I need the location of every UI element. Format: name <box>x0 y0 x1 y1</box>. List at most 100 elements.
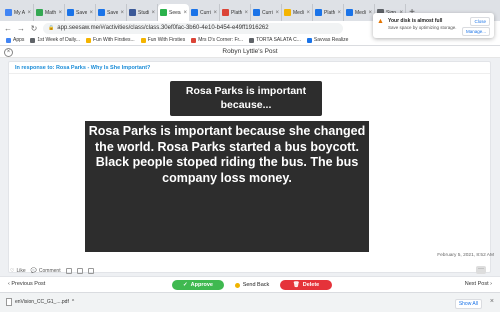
tab-title: Platfo <box>231 9 242 16</box>
send-back-icon <box>234 282 240 288</box>
tab-title: Media <box>355 9 366 16</box>
browser-tab[interactable]: Studio× <box>127 4 158 21</box>
forward-icon[interactable]: → <box>17 24 25 33</box>
browser-tab[interactable]: My A × <box>3 4 34 21</box>
warning-icon: ▲ <box>377 18 384 25</box>
pdf-file-icon <box>6 298 12 306</box>
post-header: × Robyn Lyttle's Post <box>0 46 500 58</box>
more-options-icon[interactable]: ··· <box>476 266 486 274</box>
download-item[interactable]: enVision_CC_G1_....pdf ^ <box>6 298 74 306</box>
tab-title: Curric <box>200 9 211 16</box>
bookmark-label: Mrs D's Corner: Fr... <box>198 37 244 43</box>
tab-close-icon[interactable]: × <box>368 10 372 16</box>
trash-icon: 🗑 <box>292 282 300 288</box>
back-icon[interactable]: ← <box>4 24 12 33</box>
tab-close-icon[interactable]: × <box>151 10 155 16</box>
popup-close-button[interactable]: Close <box>470 17 490 26</box>
send-back-label: Send Back <box>242 282 270 288</box>
bookmark-item[interactable]: Mrs D's Corner: Fr... <box>191 37 243 43</box>
tab-title: Seesa <box>169 9 181 16</box>
lock-icon: 🔒 <box>48 25 55 31</box>
url-text: app.seesaw.me/#/activities/class/class.3… <box>57 25 269 31</box>
tab-close-icon[interactable]: × <box>337 10 341 16</box>
like-label: Like <box>16 267 26 274</box>
tab-close-icon[interactable]: × <box>183 10 187 16</box>
bookmark-label: Fun With Firsties... <box>93 37 135 43</box>
reload-icon[interactable]: ↻ <box>30 24 38 33</box>
in-response-link[interactable]: In response to: Rosa Parks - Why Is She … <box>15 65 150 71</box>
tab-close-icon[interactable]: × <box>244 10 248 16</box>
browser-tab[interactable]: Saves× <box>96 4 127 21</box>
browser-tab[interactable]: Math × <box>34 4 65 21</box>
bookmark-item[interactable]: TORTA SALATA C... <box>249 37 301 43</box>
tab-title: Saves <box>76 9 88 16</box>
tab-favicon-icon <box>129 9 136 16</box>
delete-label: Delete <box>302 282 320 288</box>
address-bar[interactable]: 🔒 app.seesaw.me/#/activities/class/class… <box>43 22 343 34</box>
bookmark-item[interactable]: Apps <box>6 37 24 43</box>
tab-close-icon[interactable]: × <box>213 10 217 16</box>
bookmark-label: Fun With Firsties <box>147 37 186 43</box>
divider <box>9 73 490 74</box>
tab-close-icon[interactable]: × <box>120 10 124 16</box>
next-post-label: Next Post <box>464 281 489 287</box>
attach-icon[interactable] <box>87 267 94 274</box>
popup-manage-button[interactable]: Manage... <box>461 27 490 36</box>
browser-tab[interactable]: Seesa× <box>158 4 189 21</box>
bookmark-item[interactable]: Fun With Firsties <box>140 37 186 43</box>
tab-close-icon[interactable]: × <box>306 10 310 16</box>
delete-button[interactable]: 🗑 Delete <box>280 280 332 290</box>
prompt-note: Rosa Parks is important because... <box>170 81 322 116</box>
tab-favicon-icon <box>67 9 74 16</box>
like-button[interactable]: ♡ Like <box>10 268 26 274</box>
browser-tab[interactable]: Platfo× <box>220 4 251 21</box>
comment-button[interactable]: 💬 Comment <box>31 268 61 274</box>
previous-post-button[interactable]: ‹ Previous Post <box>8 281 45 287</box>
next-post-button[interactable]: Next Post › <box>465 281 492 287</box>
tab-favicon-icon <box>98 9 105 16</box>
post-main-area: In response to: Rosa Parks - Why Is She … <box>0 58 500 276</box>
mic-icon[interactable] <box>65 267 72 274</box>
browser-tab[interactable]: Media× <box>344 4 375 21</box>
chevron-up-icon[interactable]: ^ <box>72 299 74 305</box>
tab-favicon-icon <box>315 9 322 16</box>
tab-close-icon[interactable]: × <box>275 10 279 16</box>
tab-favicon-icon <box>160 9 167 16</box>
post-action-bar: ‹ Previous Post ✓ Approve Send Back 🗑 De… <box>0 276 500 292</box>
show-all-button[interactable]: Show All <box>454 299 482 309</box>
tab-favicon-icon <box>5 9 12 16</box>
post-title: Robyn Lyttle's Post <box>222 48 278 55</box>
bookmark-item[interactable]: 1st Week of Daily... <box>30 37 80 43</box>
browser-tab[interactable]: Curric× <box>189 4 220 21</box>
approve-button[interactable]: ✓ Approve <box>172 280 224 290</box>
approve-label: Approve <box>190 282 213 288</box>
tab-close-icon[interactable]: × <box>27 10 31 16</box>
bookmark-icon <box>191 37 197 43</box>
post-timestamp: February 5, 2021, 8:52 AM <box>437 253 494 258</box>
send-back-button[interactable]: Send Back <box>229 280 275 290</box>
tab-title: Curric <box>262 9 273 16</box>
browser-tab[interactable]: Platfo× <box>313 4 344 21</box>
comment-label: Comment <box>38 267 61 274</box>
comment-icon: 💬 <box>30 267 37 274</box>
close-downloads-icon[interactable]: × <box>490 298 494 305</box>
bookmark-icon <box>306 37 312 43</box>
student-response-note: Rosa Parks is important because she chan… <box>85 121 369 252</box>
popup-title: Your disk is almost full <box>388 18 443 24</box>
browser-tab[interactable]: Media× <box>282 4 313 21</box>
draw-icon[interactable] <box>76 267 83 274</box>
tab-favicon-icon <box>346 9 353 16</box>
tab-favicon-icon <box>253 9 260 16</box>
tab-title: Media <box>293 9 304 16</box>
bookmark-item[interactable]: Savvas Realize <box>306 37 348 43</box>
tab-close-icon[interactable]: × <box>58 10 62 16</box>
tab-title: Math <box>45 9 57 16</box>
browser-tab[interactable]: Saves× <box>65 4 96 21</box>
tab-close-icon[interactable]: × <box>89 10 93 16</box>
browser-tab[interactable]: Curric× <box>251 4 282 21</box>
disk-full-popup: ▲ Your disk is almost full Save space by… <box>373 13 494 38</box>
tab-title: My A <box>14 9 26 16</box>
bookmark-item[interactable]: Fun With Firsties... <box>86 37 135 43</box>
bookmark-icon <box>30 37 36 43</box>
social-row: ♡ Like 💬 Comment <box>0 265 500 276</box>
